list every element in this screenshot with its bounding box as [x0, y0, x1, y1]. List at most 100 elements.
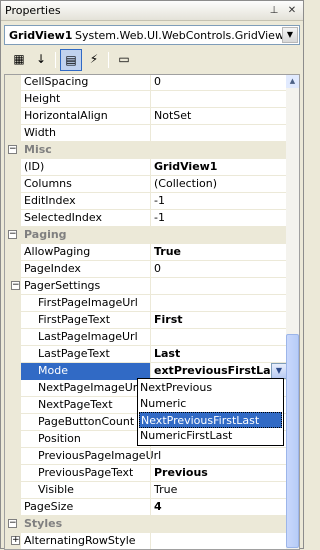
property-name: Mode: [38, 364, 68, 377]
property-value[interactable]: [150, 533, 287, 549]
property-row[interactable]: FirstPageText First: [5, 312, 287, 329]
chevron-down-icon[interactable]: ▼: [282, 27, 298, 43]
property-value[interactable]: 0: [150, 75, 287, 91]
property-name: CellSpacing: [24, 75, 89, 88]
property-row[interactable]: Visible True: [5, 482, 287, 499]
property-value[interactable]: [150, 295, 287, 312]
row-gutter: [5, 75, 21, 91]
toolbar-separator: [55, 52, 56, 68]
property-row[interactable]: Width: [5, 125, 287, 142]
title-bar[interactable]: Properties ⊥ ✕: [1, 1, 303, 21]
category-row[interactable]: − Styles: [5, 516, 287, 533]
property-value[interactable]: [150, 278, 287, 295]
property-row[interactable]: LastPageImageUrl: [5, 329, 287, 346]
property-value[interactable]: Previous: [150, 465, 287, 482]
window-title: Properties: [5, 4, 61, 17]
dropdown-option[interactable]: NextPrevious: [139, 380, 282, 396]
property-name: FirstPageImageUrl: [38, 296, 138, 309]
row-gutter: [5, 210, 21, 227]
property-name: Columns: [24, 177, 72, 190]
property-value[interactable]: -1: [150, 210, 287, 227]
property-name: PreviousPageImageUrl: [38, 449, 162, 462]
property-value[interactable]: 0: [150, 261, 287, 278]
property-name: AlternatingRowStyle: [24, 534, 136, 547]
property-value[interactable]: True: [150, 244, 287, 261]
category-row[interactable]: − Misc: [5, 142, 287, 159]
expand-icon[interactable]: +: [11, 536, 20, 545]
vertical-scrollbar[interactable]: ▲: [286, 75, 299, 549]
property-value[interactable]: [150, 91, 287, 108]
category-label: Paging: [24, 228, 67, 241]
category-row[interactable]: − Paging: [5, 227, 287, 244]
row-gutter: [5, 193, 21, 210]
row-gutter: [5, 448, 21, 465]
row-gutter: [5, 482, 21, 499]
row-gutter: [5, 414, 21, 431]
row-gutter: [5, 363, 21, 380]
property-name: NextPageText: [38, 398, 113, 411]
property-name: (ID): [24, 160, 45, 173]
toolbar-separator: [108, 52, 109, 68]
property-name: HorizontalAlign: [24, 109, 108, 122]
property-row[interactable]: PageIndex 0: [5, 261, 287, 278]
property-value[interactable]: [150, 448, 287, 465]
property-value[interactable]: -1: [150, 193, 287, 210]
property-row[interactable]: Height: [5, 91, 287, 108]
property-row[interactable]: + AlternatingRowStyle: [5, 533, 287, 549]
chevron-down-icon[interactable]: ▼: [271, 363, 287, 379]
properties-icon[interactable]: ▤: [60, 49, 82, 71]
property-row[interactable]: Columns (Collection): [5, 176, 287, 193]
collapse-icon[interactable]: −: [8, 519, 17, 528]
dropdown-option[interactable]: NextPreviousFirstLast: [139, 412, 282, 428]
property-value[interactable]: [150, 329, 287, 346]
property-value[interactable]: True: [150, 482, 287, 499]
property-row[interactable]: LastPageText Last: [5, 346, 287, 363]
property-row[interactable]: PageSize 4: [5, 499, 287, 516]
collapse-icon[interactable]: −: [8, 230, 17, 239]
property-value[interactable]: GridView1: [150, 159, 287, 176]
property-row[interactable]: EditIndex -1: [5, 193, 287, 210]
row-gutter: [5, 431, 21, 448]
property-row[interactable]: PreviousPageText Previous: [5, 465, 287, 482]
mode-dropdown-list[interactable]: NextPrevious Numeric NextPreviousFirstLast…: [137, 378, 284, 446]
property-value[interactable]: 4: [150, 499, 287, 516]
property-value[interactable]: First: [150, 312, 287, 329]
row-gutter: [5, 244, 21, 261]
property-row[interactable]: − PagerSettings: [5, 278, 287, 295]
category-label: Misc: [24, 143, 52, 156]
collapse-icon[interactable]: −: [11, 281, 20, 290]
row-gutter: [5, 159, 21, 176]
property-value[interactable]: (Collection): [150, 176, 287, 193]
property-pages-icon[interactable]: ▭: [113, 49, 135, 71]
property-row[interactable]: FirstPageImageUrl: [5, 295, 287, 312]
property-value[interactable]: [150, 125, 287, 142]
row-gutter: [5, 312, 21, 329]
object-selector[interactable]: GridView1 System.Web.UI.WebControls.Grid…: [4, 25, 300, 45]
events-icon[interactable]: ⚡: [83, 49, 105, 71]
property-name: NextPageImageUrl: [38, 381, 141, 394]
row-gutter: [5, 465, 21, 482]
scroll-up-icon[interactable]: ▲: [286, 75, 299, 88]
dropdown-option[interactable]: NumericFirstLast: [139, 428, 282, 444]
categorized-icon[interactable]: ▦: [8, 49, 30, 71]
scroll-thumb[interactable]: [286, 334, 299, 548]
property-name: Position: [38, 432, 81, 445]
property-row[interactable]: SelectedIndex -1: [5, 210, 287, 227]
properties-window: Properties ⊥ ✕ GridView1 System.Web.UI.W…: [0, 0, 304, 550]
property-row[interactable]: AllowPaging True: [5, 244, 287, 261]
property-row[interactable]: PreviousPageImageUrl: [5, 448, 287, 465]
property-value[interactable]: Last: [150, 346, 287, 363]
row-gutter: [5, 108, 21, 125]
property-name: AllowPaging: [24, 245, 91, 258]
property-row[interactable]: CellSpacing 0: [5, 75, 287, 91]
alphabetical-sort-icon[interactable]: ↓: [30, 49, 52, 71]
property-name: PageIndex: [24, 262, 81, 275]
dropdown-option[interactable]: Numeric: [139, 396, 282, 412]
pin-icon[interactable]: ⊥: [267, 4, 281, 18]
property-row[interactable]: HorizontalAlign NotSet: [5, 108, 287, 125]
property-value[interactable]: NotSet: [150, 108, 287, 125]
close-icon[interactable]: ✕: [285, 4, 299, 18]
selected-object-type: System.Web.UI.WebControls.GridView: [75, 29, 284, 42]
property-row[interactable]: (ID) GridView1: [5, 159, 287, 176]
collapse-icon[interactable]: −: [8, 145, 17, 154]
